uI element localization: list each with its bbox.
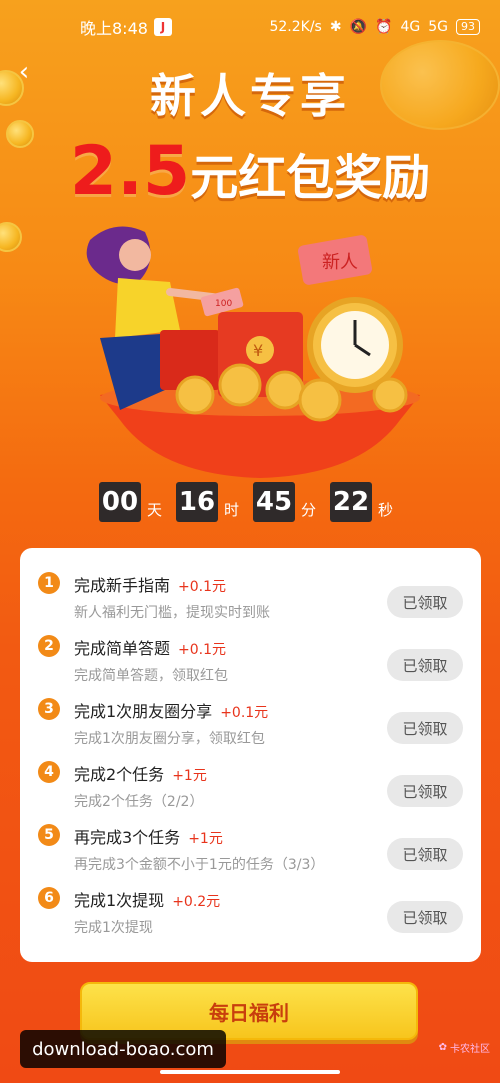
site-logo-icon: ✿: [438, 1042, 447, 1053]
task-row: 4 完成2个任务 +1元 完成2个任务（2/2） 已领取: [38, 749, 463, 812]
task-title: 完成1次朋友圈分享 +0.1元: [74, 702, 269, 721]
claimed-button[interactable]: 已领取: [387, 838, 463, 870]
alarm-icon: ⏰: [375, 19, 393, 35]
task-description: 完成2个任务（2/2）: [74, 794, 204, 810]
reward-headline: 2.5元红包奖励: [0, 132, 500, 211]
watermark: download-boao.com: [20, 1030, 226, 1068]
task-number: 5: [38, 824, 60, 846]
task-reward: +1元: [172, 768, 207, 784]
task-number: 2: [38, 635, 60, 657]
claimed-button[interactable]: 已领取: [387, 649, 463, 681]
task-number: 3: [38, 698, 60, 720]
countdown-minutes: 45: [253, 482, 295, 522]
countdown-days: 00: [98, 482, 141, 522]
claimed-button[interactable]: 已领取: [387, 901, 463, 933]
signal-5g-icon: 5G: [428, 19, 448, 35]
task-title: 完成简单答题 +0.1元: [74, 639, 227, 658]
page-title: 新人专享: [150, 69, 350, 123]
task-description: 完成简单答题，领取红包: [74, 668, 228, 684]
task-row: 3 完成1次朋友圈分享 +0.1元 完成1次朋友圈分享，领取红包 已领取: [38, 686, 463, 749]
illustration-tag: 新人: [322, 252, 358, 273]
countdown-timer: 00 天 16 时 45 分 22 秒: [0, 482, 500, 522]
status-time: 晚上8:48: [80, 19, 148, 38]
countdown-seconds: 22: [330, 482, 373, 522]
task-row: 2 完成简单答题 +0.1元 完成简单答题，领取红包 已领取: [38, 623, 463, 686]
task-reward: +0.2元: [172, 894, 221, 910]
task-number: 1: [38, 572, 60, 594]
battery-icon: 93: [456, 19, 480, 35]
countdown-hours: 16: [175, 482, 218, 522]
site-badge-label: 卡农社区: [450, 1044, 490, 1055]
signal-4g-icon: 4G: [400, 19, 421, 35]
task-list: 1 完成新手指南 +0.1元 新人福利无门槛，提现实时到账 已领取 2 完成简单答…: [20, 548, 481, 962]
countdown-hours-unit: 时: [223, 501, 239, 519]
task-reward: +0.1元: [178, 579, 227, 595]
money-tag-text: 100: [215, 299, 232, 309]
home-indicator[interactable]: [160, 1070, 340, 1074]
task-number: 6: [38, 887, 60, 909]
task-row: 6 完成1次提现 +0.2元 完成1次提现 已领取: [38, 875, 463, 938]
bluetooth-icon: ✱: [329, 19, 342, 35]
task-title: 完成1次提现 +0.2元: [74, 891, 221, 910]
network-speed: 52.2K/s: [269, 19, 322, 35]
task-reward: +1元: [188, 831, 223, 847]
task-row: 5 再完成3个任务 +1元 再完成3个金额不小于1元的任务（3/3） 已领取: [38, 812, 463, 875]
task-number: 4: [38, 761, 60, 783]
countdown-minutes-unit: 分: [301, 501, 317, 519]
claimed-button[interactable]: 已领取: [387, 586, 463, 618]
task-row: 1 完成新手指南 +0.1元 新人福利无门槛，提现实时到账 已领取: [38, 560, 463, 623]
decorative-coin-icon: [0, 222, 22, 252]
reward-label: 元红包奖励: [190, 150, 431, 206]
task-reward: +0.1元: [178, 642, 227, 658]
mute-icon: 🔕: [349, 19, 368, 35]
claimed-button[interactable]: 已领取: [387, 712, 463, 744]
countdown-days-unit: 天: [146, 501, 162, 519]
app-notification-icon: J: [153, 18, 172, 36]
task-title: 完成2个任务 +1元: [74, 765, 207, 784]
task-title: 完成新手指南 +0.1元: [74, 576, 227, 595]
task-description: 再完成3个金额不小于1元的任务（3/3）: [74, 857, 325, 873]
status-right: 52.2K/s ✱ 🔕 ⏰ 4G 5G 93: [269, 19, 480, 35]
hero-illustration: 100 ¥ 新人: [86, 226, 420, 478]
countdown-seconds-unit: 秒: [378, 501, 394, 519]
task-title: 再完成3个任务 +1元: [74, 828, 223, 847]
task-description: 完成1次提现: [74, 920, 153, 936]
reward-amount: 2.5: [69, 132, 191, 211]
site-badge: ✿ 卡农社区: [439, 1040, 490, 1055]
task-reward: +0.1元: [220, 705, 269, 721]
task-description: 新人福利无门槛，提现实时到账: [74, 605, 270, 621]
claimed-button[interactable]: 已领取: [387, 775, 463, 807]
task-description: 完成1次朋友圈分享，领取红包: [74, 731, 265, 747]
status-left: 晚上8:48 J: [80, 15, 172, 39]
yen-symbol: ¥: [253, 341, 263, 360]
